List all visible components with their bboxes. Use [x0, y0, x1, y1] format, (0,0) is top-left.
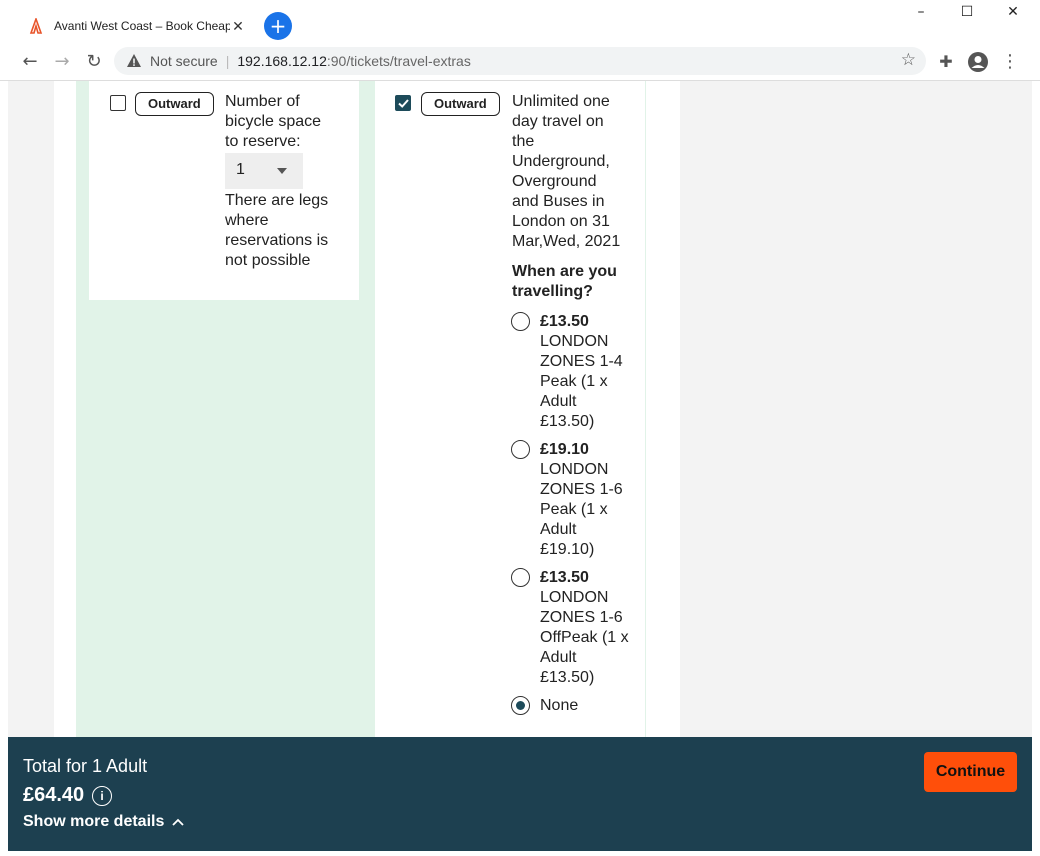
- total-price: £64.40: [23, 784, 85, 806]
- option-line: Peak (1 x: [540, 373, 608, 390]
- desc-line: day travel on: [512, 113, 604, 130]
- security-label: Not secure: [150, 53, 218, 69]
- outward-badge: Outward: [421, 92, 500, 116]
- chevron-up-icon: [172, 818, 184, 826]
- address-bar[interactable]: Not secure | 192.168.12.12:90/tickets/tr…: [114, 47, 926, 75]
- bicycle-label-line: bicycle space: [225, 113, 322, 130]
- london-travel-description: Unlimited one day travel on the Undergro…: [512, 92, 620, 252]
- question-line: When are you: [512, 263, 617, 280]
- option-zones-1-4-peak-radio[interactable]: [511, 312, 530, 331]
- option-line: LONDON: [540, 461, 609, 478]
- url-host: 192.168.12.12: [237, 53, 327, 69]
- option-zones-1-6-peak-radio[interactable]: [511, 440, 530, 459]
- bicycle-outward-checkbox[interactable]: [110, 95, 126, 111]
- option-line: LONDON: [540, 333, 609, 350]
- option-line: £19.10): [540, 541, 595, 558]
- maximize-button[interactable]: ☐: [944, 4, 990, 24]
- note-line: reservations is: [225, 232, 329, 249]
- option-price: £19.10: [540, 441, 589, 458]
- outward-badge: Outward: [135, 92, 214, 116]
- option-zones-1-4-peak-label[interactable]: £13.50 LONDON ZONES 1-4 Peak (1 x Adult …: [540, 312, 623, 432]
- option-line: OffPeak (1 x: [540, 629, 629, 646]
- option-line: Peak (1 x: [540, 501, 608, 518]
- bicycle-label: Number of bicycle space to reserve:: [225, 92, 321, 152]
- show-more-details-link[interactable]: Show more details: [23, 813, 184, 831]
- tab-title: Avanti West Coast – Book Cheap: [54, 19, 230, 33]
- option-line: ZONES 1-4: [540, 353, 623, 370]
- bicycle-quantity-select[interactable]: 1: [225, 153, 303, 189]
- option-line: Adult: [540, 521, 577, 538]
- desc-line: Unlimited one: [512, 93, 610, 110]
- browser-window: Avanti West Coast – Book Cheap ✕ + – ☐ ✕…: [0, 0, 1040, 856]
- url-path: :90/tickets/travel-extras: [326, 53, 471, 69]
- continue-button[interactable]: Continue: [924, 752, 1017, 792]
- bicycle-label-line: Number of: [225, 93, 300, 110]
- separator: |: [225, 53, 230, 69]
- option-line: £13.50): [540, 413, 595, 430]
- back-arrow-icon[interactable]: ←: [18, 50, 42, 74]
- tab-strip: Avanti West Coast – Book Cheap ✕ + – ☐ ✕: [0, 0, 1040, 46]
- browser-toolbar: ← → ↻ Not secure | 192.168.12.12:90/tick…: [0, 46, 1040, 81]
- option-zones-1-6-offpeak-label[interactable]: £13.50 LONDON ZONES 1-6 OffPeak (1 x Adu…: [540, 568, 629, 688]
- note-line: not possible: [225, 252, 311, 269]
- browser-tab[interactable]: Avanti West Coast – Book Cheap ✕: [14, 8, 254, 44]
- option-line: ZONES 1-6: [540, 481, 623, 498]
- forward-arrow-icon[interactable]: →: [50, 50, 74, 74]
- url-text: 192.168.12.12:90/tickets/travel-extras: [237, 53, 470, 69]
- info-icon[interactable]: i: [92, 786, 112, 806]
- reload-icon[interactable]: ↻: [82, 50, 106, 74]
- option-price: £13.50: [540, 313, 589, 330]
- desc-line: Underground,: [512, 153, 610, 170]
- menu-kebab-icon[interactable]: ⋮: [998, 50, 1022, 74]
- bicycle-quantity-value: 1: [236, 161, 245, 178]
- option-line: ZONES 1-6: [540, 609, 623, 626]
- total-label: Total for 1 Adult: [23, 756, 148, 776]
- option-zones-1-6-offpeak-radio[interactable]: [511, 568, 530, 587]
- note-line: where: [225, 212, 269, 229]
- window-close-button[interactable]: ✕: [990, 4, 1036, 24]
- option-none-radio[interactable]: [511, 696, 530, 715]
- profile-avatar-icon[interactable]: [966, 50, 990, 74]
- option-price: £13.50: [540, 569, 589, 586]
- option-line: LONDON: [540, 589, 609, 606]
- desc-line: and Buses in: [512, 193, 605, 210]
- option-line: Adult: [540, 393, 577, 410]
- desc-line: Overground: [512, 173, 597, 190]
- note-line: There are legs: [225, 192, 329, 209]
- new-tab-button[interactable]: +: [264, 12, 292, 40]
- travel-time-question: When are you travelling?: [512, 262, 617, 302]
- show-more-label: Show more details: [23, 813, 165, 830]
- page-viewport: Outward Number of bicycle space to reser…: [8, 81, 1032, 737]
- bicycle-label-line: to reserve:: [225, 133, 301, 150]
- basket-footer: Total for 1 Adult £64.40 i Show more det…: [8, 737, 1032, 851]
- reservation-note: There are legs where reservations is not…: [225, 191, 328, 271]
- question-line: travelling?: [512, 283, 593, 300]
- tab-close-icon[interactable]: ✕: [230, 18, 246, 35]
- avanti-logo-icon: [29, 18, 43, 34]
- bookmark-star-icon[interactable]: ☆: [901, 50, 916, 70]
- desc-line: London on 31: [512, 213, 610, 230]
- chevron-down-icon: [277, 168, 287, 174]
- option-none-label[interactable]: None: [540, 696, 578, 716]
- option-line: £13.50): [540, 669, 595, 686]
- warning-icon: [127, 54, 141, 67]
- desc-line: the: [512, 133, 535, 150]
- london-travel-card: Outward Unlimited one day travel on the …: [375, 81, 645, 737]
- minimize-button[interactable]: –: [898, 4, 944, 24]
- option-zones-1-6-peak-label[interactable]: £19.10 LONDON ZONES 1-6 Peak (1 x Adult …: [540, 440, 623, 560]
- bicycle-reservation-card: Outward Number of bicycle space to reser…: [89, 81, 359, 300]
- desc-line: Mar,Wed, 2021: [512, 233, 621, 250]
- london-travel-outward-checkbox[interactable]: [395, 95, 411, 111]
- option-line: Adult: [540, 649, 577, 666]
- checkmark-icon: [398, 99, 409, 108]
- extensions-icon[interactable]: ✚: [934, 50, 958, 74]
